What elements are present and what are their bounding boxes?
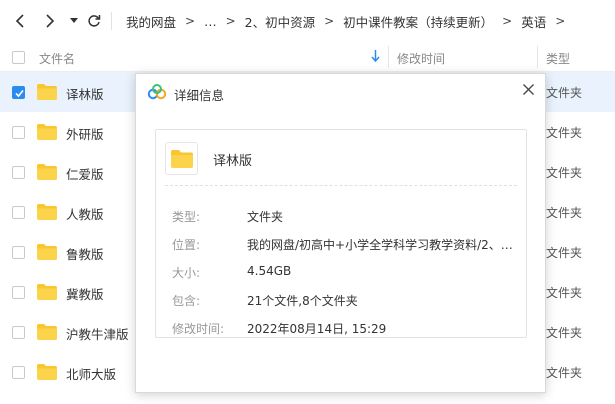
caret-down-icon — [70, 18, 78, 23]
breadcrumb-item[interactable]: 2、初中资源 — [245, 12, 315, 31]
folder-icon-wrap — [36, 363, 58, 384]
column-header-modified[interactable]: 修改时间 — [397, 50, 445, 67]
file-name[interactable]: 沪教牛津版 — [66, 324, 129, 343]
row-checkbox[interactable] — [12, 126, 25, 139]
folder-icon-wrap — [36, 83, 58, 104]
detail-value: 文件夹 — [247, 210, 284, 224]
breadcrumb: 我的网盘 > … >2、初中资源 > 初中课件教案（持续更新） > 英语 > — [126, 0, 574, 42]
folder-icon-wrap — [36, 283, 58, 304]
detail-value: 21个文件,8个文件夹 — [247, 294, 358, 308]
cloud-logo-icon — [147, 84, 167, 100]
file-type: 文件夹 — [546, 246, 583, 260]
folder-icon-wrap — [36, 203, 58, 224]
column-divider[interactable] — [537, 46, 538, 68]
row-checkbox[interactable] — [12, 86, 25, 99]
folder-icon-wrap — [36, 163, 58, 184]
file-name[interactable]: 北师大版 — [66, 364, 116, 383]
folder-icon — [37, 164, 57, 180]
folder-icon — [37, 364, 57, 380]
folder-icon — [170, 149, 193, 168]
folder-icon-wrap — [36, 123, 58, 144]
breadcrumb-separator: > — [555, 14, 566, 28]
row-checkbox[interactable] — [12, 326, 25, 339]
folder-icon — [37, 324, 57, 340]
folder-icon — [37, 284, 57, 300]
file-type: 文件夹 — [546, 326, 583, 340]
detail-label: 类型: — [172, 210, 201, 224]
detail-label: 大小: — [172, 266, 201, 280]
forward-button[interactable] — [39, 10, 61, 32]
column-divider[interactable] — [388, 46, 389, 68]
file-type: 文件夹 — [546, 166, 583, 180]
file-name[interactable]: 外研版 — [66, 124, 104, 143]
sort-down-icon[interactable] — [371, 50, 380, 62]
folder-icon — [37, 244, 57, 260]
detail-label: 包含: — [172, 294, 201, 308]
file-type: 文件夹 — [546, 86, 583, 100]
row-checkbox[interactable] — [12, 246, 25, 259]
breadcrumb-item[interactable]: 我的网盘 — [126, 12, 176, 31]
toolbar: 我的网盘 > … >2、初中资源 > 初中课件教案（持续更新） > 英语 > — [0, 0, 615, 42]
folder-thumbnail — [165, 142, 198, 175]
detail-value: 我的网盘/初高中+小学全学科学习教学资料/2、… — [247, 238, 513, 252]
file-list-header: 文件名 修改时间 类型 — [0, 42, 615, 72]
details-dialog: 详细信息 译林版 类型: 文件夹位置: 我的网盘/初高中+小学全学科学习教学资料/2… — [135, 73, 546, 393]
breadcrumb-item[interactable]: … — [204, 14, 217, 29]
file-name[interactable]: 鲁教版 — [66, 244, 104, 263]
breadcrumb-separator: > — [324, 14, 335, 28]
file-type: 文件夹 — [546, 206, 583, 220]
file-type: 文件夹 — [546, 366, 583, 380]
select-all-checkbox[interactable] — [12, 51, 25, 64]
file-type: 文件夹 — [546, 286, 583, 300]
close-icon — [522, 83, 534, 95]
detail-label: 位置: — [172, 238, 201, 252]
dialog-title: 详细信息 — [174, 88, 225, 103]
dialog-close-button[interactable] — [520, 81, 536, 97]
toolbar-divider — [111, 12, 112, 30]
refresh-icon — [88, 15, 101, 27]
history-dropdown-button[interactable] — [63, 10, 85, 32]
detail-value: 4.54GB — [247, 264, 292, 278]
folder-icon — [37, 204, 57, 220]
folder-icon — [37, 84, 57, 100]
column-header-type[interactable]: 类型 — [546, 50, 570, 67]
breadcrumb-separator: > — [502, 14, 513, 28]
file-type: 文件夹 — [546, 126, 583, 140]
details-divider — [165, 185, 517, 186]
breadcrumb-item[interactable]: 初中课件教案（持续更新） — [343, 12, 493, 31]
file-name[interactable]: 仁爱版 — [66, 164, 104, 183]
breadcrumb-separator: > — [185, 14, 196, 28]
row-checkbox[interactable] — [12, 286, 25, 299]
column-header-name[interactable]: 文件名 — [39, 50, 75, 67]
breadcrumb-separator: > — [225, 14, 236, 28]
row-checkbox[interactable] — [12, 166, 25, 179]
folder-icon-wrap — [36, 323, 58, 344]
folder-icon — [37, 124, 57, 140]
chevron-right-icon — [46, 14, 55, 28]
details-folder-name: 译林版 — [213, 154, 253, 169]
row-checkbox[interactable] — [12, 206, 25, 219]
folder-icon-wrap — [36, 243, 58, 264]
chevron-left-icon — [15, 14, 24, 28]
breadcrumb-item[interactable]: 英语 — [521, 12, 546, 31]
check-icon — [15, 89, 24, 98]
back-button[interactable] — [9, 10, 31, 32]
detail-value: 2022年08月14日, 15:29 — [247, 322, 387, 336]
row-checkbox[interactable] — [12, 366, 25, 379]
file-name[interactable]: 人教版 — [66, 204, 104, 223]
refresh-button[interactable] — [83, 10, 105, 32]
detail-label: 修改时间: — [172, 322, 225, 336]
file-name[interactable]: 冀教版 — [66, 284, 104, 303]
file-name[interactable]: 译林版 — [66, 84, 104, 103]
details-card: 译林版 类型: 文件夹位置: 我的网盘/初高中+小学全学科学习教学资料/2、… 大小:… — [155, 129, 527, 338]
